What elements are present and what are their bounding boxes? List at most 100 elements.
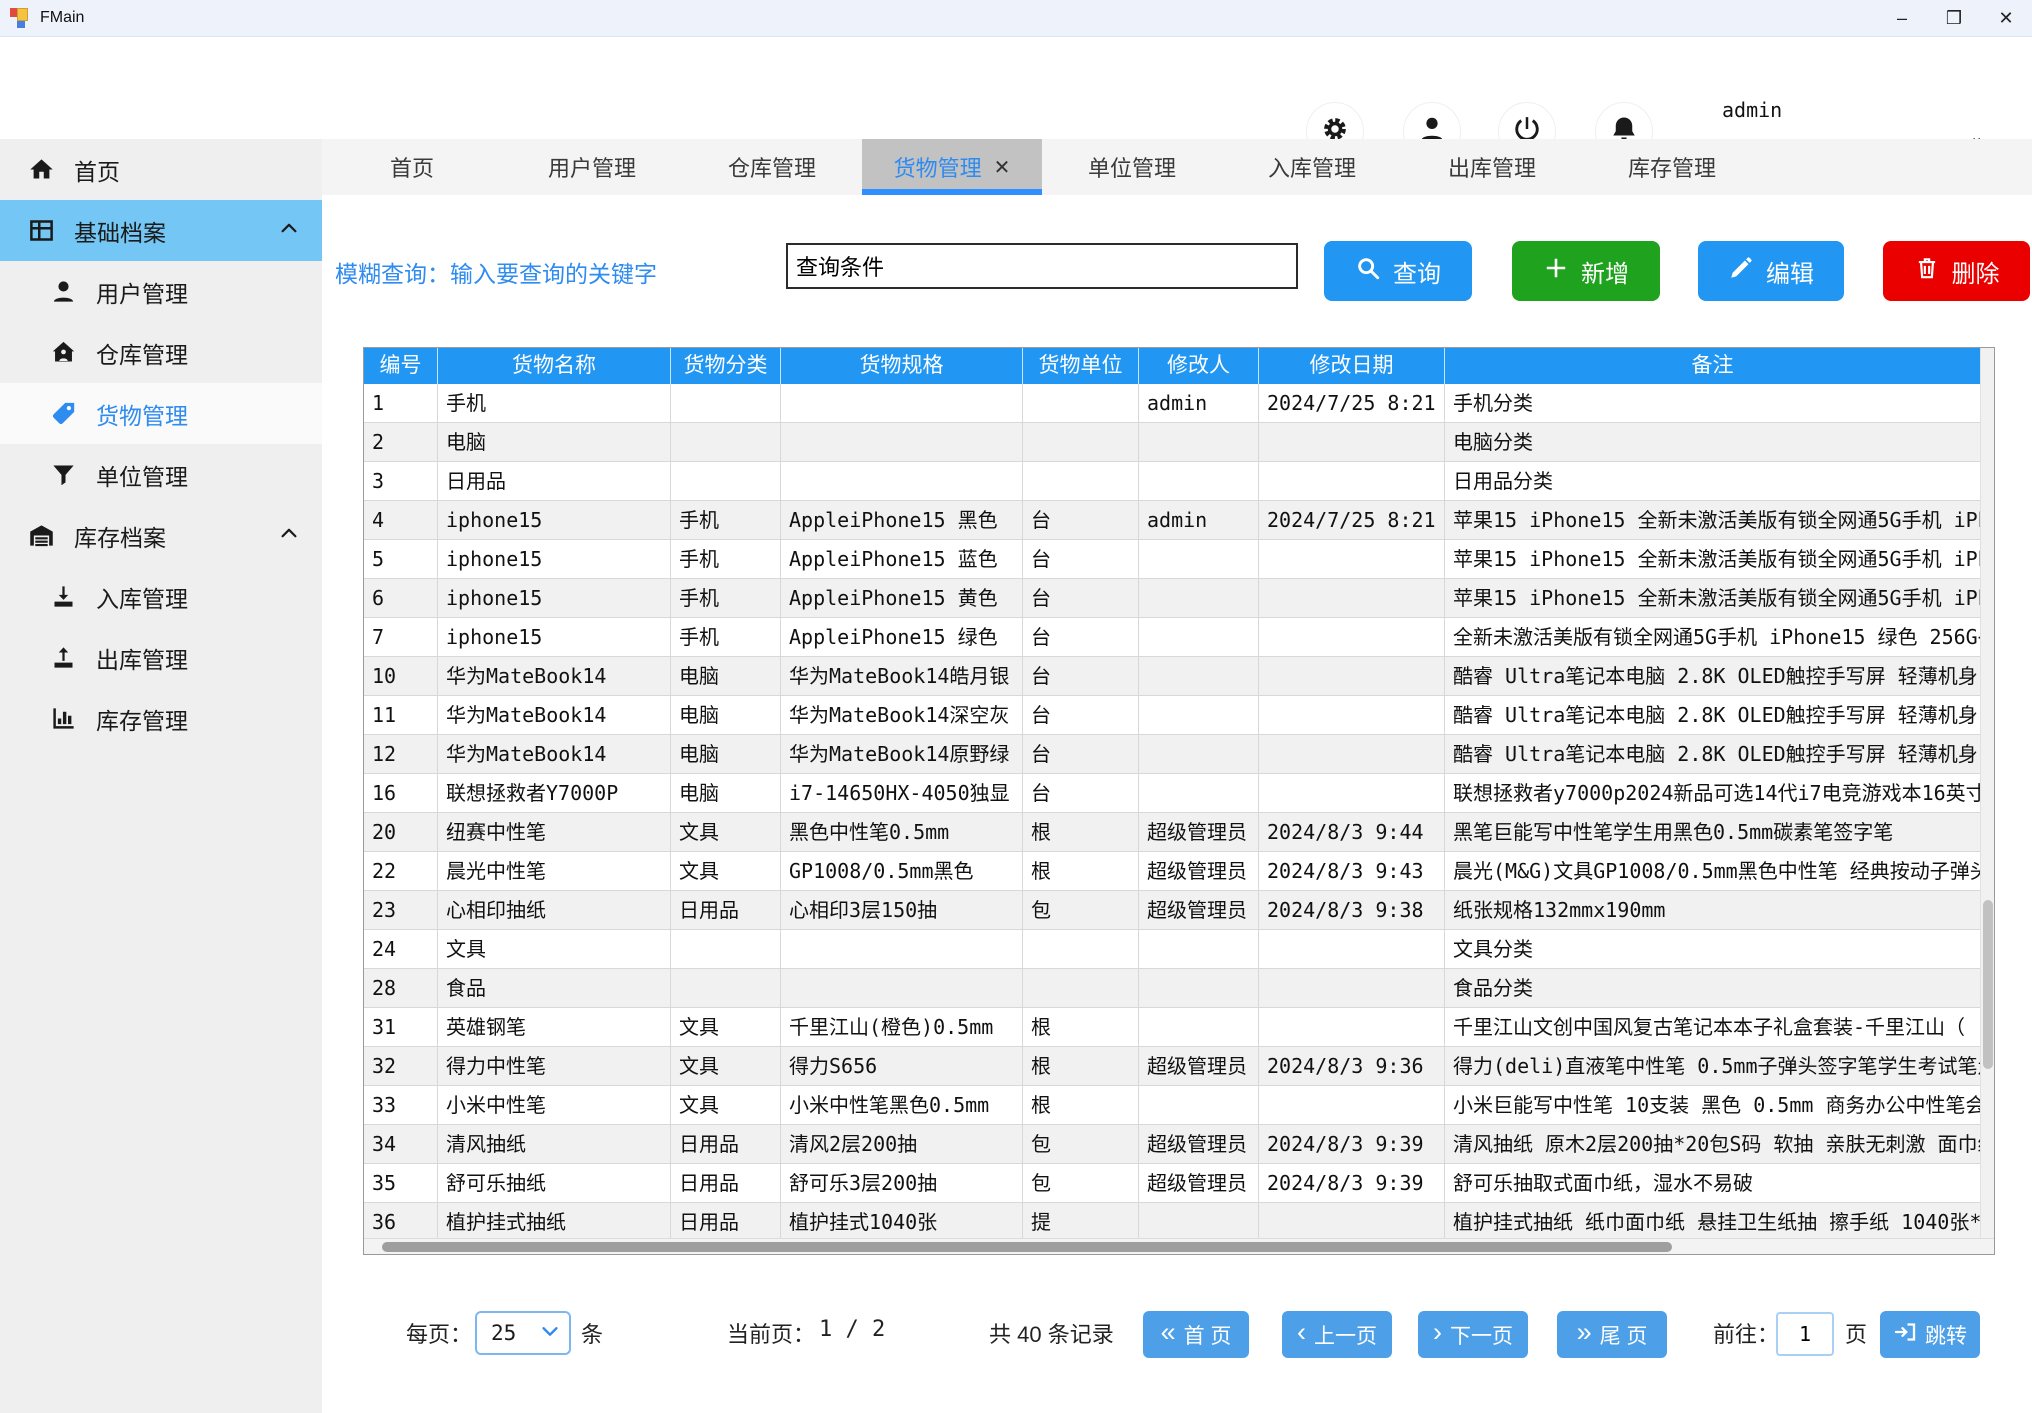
- column-header-备注[interactable]: 备注: [1445, 348, 1980, 384]
- search-input[interactable]: [786, 243, 1298, 289]
- cell: 纸张规格132mmx190mm: [1445, 891, 1980, 929]
- table-row[interactable]: 23心相印抽纸日用品心相印3层150抽包超级管理员2024/8/3 9:38纸张…: [364, 891, 1980, 930]
- next-page-button[interactable]: › 下一页: [1418, 1311, 1528, 1358]
- table-row[interactable]: 20纽赛中性笔文具黑色中性笔0.5mm根超级管理员2024/8/3 9:44黑笔…: [364, 813, 1980, 852]
- 删除-button[interactable]: 删除: [1883, 241, 2030, 301]
- sidebar-item-库存档案[interactable]: 库存档案: [0, 505, 322, 566]
- tab-库存管理[interactable]: 库存管理: [1582, 139, 1762, 195]
- cell: 台: [1023, 540, 1139, 578]
- table-row[interactable]: 3日用品日用品分类: [364, 462, 1980, 501]
- table-row[interactable]: 16联想拯救者Y7000P电脑i7-14650HX-4050独显台联想拯救者y7…: [364, 774, 1980, 813]
- table-row[interactable]: 34清风抽纸日用品清风2层200抽包超级管理员2024/8/3 9:39清风抽纸…: [364, 1125, 1980, 1164]
- table-row[interactable]: 1手机admin2024/7/25 8:21手机分类: [364, 384, 1980, 423]
- sidebar-item-货物管理[interactable]: 货物管理: [0, 383, 322, 444]
- cell: 食品分类: [1445, 969, 1980, 1007]
- cell: [1259, 969, 1445, 1007]
- cell: 手机分类: [1445, 384, 1980, 422]
- maximize-button[interactable]: ❒: [1928, 0, 1980, 37]
- table-row[interactable]: 4iphone15手机AppleiPhone15 黑色台admin2024/7/…: [364, 501, 1980, 540]
- 查询-button[interactable]: 查询: [1324, 241, 1472, 301]
- goto-page-input[interactable]: [1776, 1312, 1834, 1356]
- table-row[interactable]: 11华为MateBook14电脑华为MateBook14深空灰台酷睿 Ultra…: [364, 696, 1980, 735]
- table-row[interactable]: 36植护挂式抽纸日用品植护挂式1040张提植护挂式抽纸 纸巾面巾纸 悬挂卫生纸抽…: [364, 1203, 1980, 1238]
- column-header-货物分类[interactable]: 货物分类: [671, 348, 781, 384]
- cell: [1259, 774, 1445, 812]
- table-row[interactable]: 12华为MateBook14电脑华为MateBook14原野绿台酷睿 Ultra…: [364, 735, 1980, 774]
- cell: 电脑: [671, 735, 781, 773]
- 新增-button[interactable]: 新增: [1512, 241, 1660, 301]
- cell: 心相印抽纸: [438, 891, 671, 929]
- tab-货物管理[interactable]: 货物管理✕: [862, 139, 1042, 195]
- first-page-button[interactable]: « 首 页: [1143, 1311, 1249, 1358]
- prev-page-button[interactable]: ‹ 上一页: [1282, 1311, 1392, 1358]
- vertical-scrollbar[interactable]: [1980, 348, 1994, 1238]
- table-row[interactable]: 22晨光中性笔文具GP1008/0.5mm黑色根超级管理员2024/8/3 9:…: [364, 852, 1980, 891]
- table-row[interactable]: 33小米中性笔文具小米中性笔黑色0.5mm根小米巨能写中性笔 10支装 黑色 0…: [364, 1086, 1980, 1125]
- cell: [1023, 462, 1139, 500]
- table-row[interactable]: 32得力中性笔文具得力S656根超级管理员2024/8/3 9:36得力(del…: [364, 1047, 1980, 1086]
- sidebar-item-用户管理[interactable]: 用户管理: [0, 261, 322, 322]
- horizontal-scrollbar-thumb[interactable]: [382, 1242, 1672, 1252]
- sidebar-item-label: 货物管理: [96, 397, 188, 431]
- per-page-unit: 条: [581, 1317, 603, 1349]
- tab-出库管理[interactable]: 出库管理: [1402, 139, 1582, 195]
- tab-入库管理[interactable]: 入库管理: [1222, 139, 1402, 195]
- chevron-up-icon[interactable]: [278, 217, 300, 244]
- table-row[interactable]: 7iphone15手机AppleiPhone15 绿色台全新未激活美版有锁全网通…: [364, 618, 1980, 657]
- table-row[interactable]: 10华为MateBook14电脑华为MateBook14皓月银台酷睿 Ultra…: [364, 657, 1980, 696]
- table-row[interactable]: 31英雄钢笔文具千里江山(橙色)0.5mm根千里江山文创中国风复古笔记本本子礼盒…: [364, 1008, 1980, 1047]
- cell: [1139, 1203, 1259, 1238]
- tab-单位管理[interactable]: 单位管理: [1042, 139, 1222, 195]
- column-header-修改人[interactable]: 修改人: [1139, 348, 1259, 384]
- sidebar-item-单位管理[interactable]: 单位管理: [0, 444, 322, 505]
- cell: GP1008/0.5mm黑色: [781, 852, 1023, 890]
- column-header-货物规格[interactable]: 货物规格: [781, 348, 1023, 384]
- sidebar-item-入库管理[interactable]: 入库管理: [0, 566, 322, 627]
- cell: 16: [364, 774, 438, 812]
- cell: 2024/8/3 9:36: [1259, 1047, 1445, 1085]
- table-row[interactable]: 24文具文具分类: [364, 930, 1980, 969]
- table-row[interactable]: 2电脑电脑分类: [364, 423, 1980, 462]
- cell: [1259, 1008, 1445, 1046]
- cell: 联想拯救者y7000p2024新品可选14代i7电竞游戏本16英寸笔: [1445, 774, 1980, 812]
- cell: 手机: [671, 501, 781, 539]
- jump-button[interactable]: 跳转: [1880, 1311, 1980, 1358]
- table-row[interactable]: 28食品食品分类: [364, 969, 1980, 1008]
- column-header-修改日期[interactable]: 修改日期: [1259, 348, 1445, 384]
- cell: 根: [1023, 1047, 1139, 1085]
- column-header-编号[interactable]: 编号: [364, 348, 438, 384]
- table-row[interactable]: 6iphone15手机AppleiPhone15 黄色台苹果15 iPhone1…: [364, 579, 1980, 618]
- close-button[interactable]: ✕: [1980, 0, 2032, 37]
- cell: 日用品: [671, 1203, 781, 1238]
- table-row[interactable]: 35舒可乐抽纸日用品舒可乐3层200抽包超级管理员2024/8/3 9:39舒可…: [364, 1164, 1980, 1203]
- tab-首页[interactable]: 首页: [322, 139, 502, 195]
- per-page-select[interactable]: 25: [475, 1311, 571, 1355]
- sidebar-item-仓库管理[interactable]: 仓库管理: [0, 322, 322, 383]
- tab-close-icon[interactable]: ✕: [994, 155, 1011, 180]
- last-page-button[interactable]: » 尾 页: [1557, 1311, 1667, 1358]
- horizontal-scrollbar[interactable]: [364, 1238, 1994, 1254]
- cell: 2024/8/3 9:38: [1259, 891, 1445, 929]
- cell: 台: [1023, 774, 1139, 812]
- cell: [1259, 540, 1445, 578]
- cell: [1139, 1086, 1259, 1124]
- cell: iphone15: [438, 579, 671, 617]
- 编辑-button[interactable]: 编辑: [1698, 241, 1844, 301]
- sidebar-item-首页[interactable]: 首页: [0, 139, 322, 200]
- trash-icon: [1914, 255, 1940, 288]
- sidebar-item-库存管理[interactable]: 库存管理: [0, 688, 322, 749]
- cell: [1259, 735, 1445, 773]
- column-header-货物单位[interactable]: 货物单位: [1023, 348, 1139, 384]
- cell: [671, 462, 781, 500]
- sidebar-item-出库管理[interactable]: 出库管理: [0, 627, 322, 688]
- tab-用户管理[interactable]: 用户管理: [502, 139, 682, 195]
- table-row[interactable]: 5iphone15手机AppleiPhone15 蓝色台苹果15 iPhone1…: [364, 540, 1980, 579]
- cell: 超级管理员: [1139, 813, 1259, 851]
- chevron-up-icon[interactable]: [278, 522, 300, 549]
- tab-仓库管理[interactable]: 仓库管理: [682, 139, 862, 195]
- cell: 6: [364, 579, 438, 617]
- vertical-scrollbar-thumb[interactable]: [1983, 900, 1993, 1069]
- minimize-button[interactable]: –: [1876, 0, 1928, 37]
- column-header-货物名称[interactable]: 货物名称: [438, 348, 671, 384]
- sidebar-item-基础档案[interactable]: 基础档案: [0, 200, 322, 261]
